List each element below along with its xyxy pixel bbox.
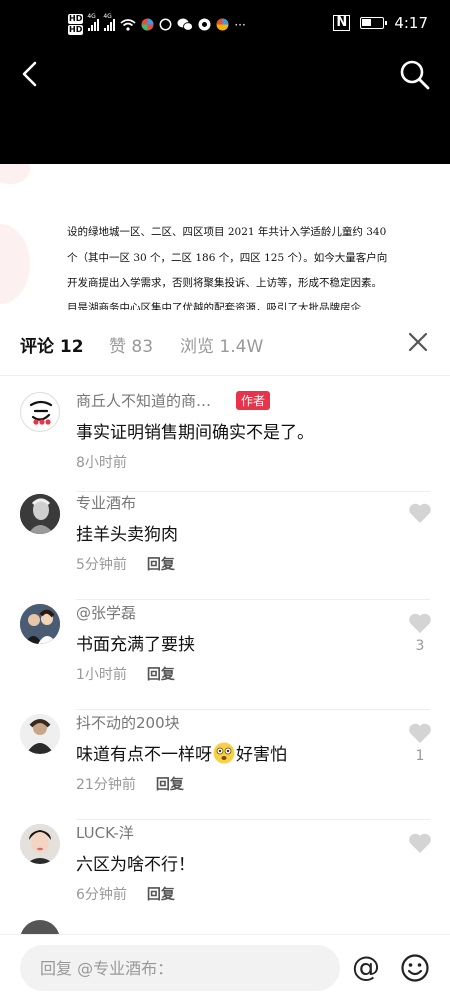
avatar[interactable]	[20, 604, 60, 644]
comment-item: @张学磊 书面充满了要挟 1小时前 回复 3	[0, 602, 450, 710]
comment-panel: 评论 12 赞 83 浏览 1.4W 商丘人不知道的商… 作者 事实证明销售期间…	[0, 310, 450, 1000]
network-type: 4G	[87, 12, 96, 20]
hd-badge: HD	[68, 25, 84, 35]
heart-icon[interactable]	[408, 832, 432, 854]
comment-text: 味道有点不一样呀 好害怕	[76, 740, 287, 765]
reply-button[interactable]: 回复	[147, 557, 175, 573]
avatar-photo	[20, 714, 60, 754]
comment-username[interactable]: @张学磊	[76, 602, 136, 623]
close-icon[interactable]	[406, 330, 430, 354]
avatar[interactable]	[20, 824, 60, 864]
comment-meta: 6分钟前 回复	[76, 884, 175, 904]
comment-username[interactable]: 抖不动的200块	[76, 712, 180, 733]
comment-text: 事实证明销售期间确实不是了。	[76, 423, 314, 443]
author-badge: 作者	[236, 391, 271, 410]
heart-icon[interactable]	[408, 722, 432, 744]
signal-icon: 4G	[103, 13, 116, 31]
clock: 4:17	[394, 14, 428, 32]
avatar-photo	[20, 494, 60, 534]
battery-icon	[360, 17, 388, 29]
avatar[interactable]	[20, 392, 60, 432]
comment-meta: 5分钟前 回复	[76, 554, 175, 574]
comment-username[interactable]: 专业酒布	[76, 492, 136, 513]
tab-views[interactable]: 浏览 1.4W	[180, 332, 263, 357]
avatar-photo	[20, 824, 60, 864]
comment-username[interactable]: 商丘人不知道的商…	[76, 390, 211, 411]
comment-item: 专业酒布 挂羊头卖狗肉 5分钟前 回复	[0, 492, 450, 600]
battery-level	[362, 19, 372, 26]
avatar-logo	[29, 400, 53, 425]
document-image[interactable]: 设的绿地城一区、二区、四区项目 2021 年共计入学适龄儿童约 340 个（其中…	[0, 164, 450, 310]
comment-item: 商丘人不知道的商… 作者 事实证明销售期间确实不是了。 8小时前	[0, 390, 450, 492]
comment-meta: 8小时前	[76, 452, 127, 472]
document-line: 开发商提出入学需求，否则将聚集投诉、上访等，形成不稳定因素。	[67, 277, 382, 289]
comment-text-part: 好害怕	[236, 745, 287, 765]
status-right: N 4:17	[333, 14, 428, 32]
comment-time: 21分钟前	[76, 777, 136, 793]
reply-bar: @	[0, 934, 450, 1000]
comment-time: 1小时前	[76, 667, 127, 683]
mention-button[interactable]: @	[350, 951, 382, 983]
comment-time: 5分钟前	[76, 557, 127, 573]
status-left: HD HD 4G 4G ···	[68, 13, 246, 35]
comment-text: 六区为啥不行！	[76, 855, 195, 875]
search-icon[interactable]	[398, 58, 432, 92]
comment-meta: 21分钟前 回复	[76, 774, 184, 794]
app-notification-icon	[141, 18, 154, 31]
chevron-left-icon[interactable]	[14, 58, 46, 90]
avatar[interactable]	[20, 714, 60, 754]
like-count: 1	[415, 748, 425, 764]
comment-text-part: 味道有点不一样呀	[76, 745, 212, 765]
wifi-icon	[120, 18, 136, 31]
app-notification-icon	[216, 18, 229, 31]
comment-time: 6分钟前	[76, 887, 127, 903]
comment-time: 8小时前	[76, 455, 127, 471]
hd-badges: HD HD	[68, 14, 84, 35]
comment-item: 抖不动的200块 味道有点不一样呀 好害怕 21分钟前 回复 1	[0, 712, 450, 820]
tab-likes[interactable]: 赞 83	[109, 332, 153, 357]
comment-item: LUCK-洋 六区为啥不行！ 6分钟前 回复	[0, 822, 450, 918]
app-notification-icon	[198, 18, 211, 31]
heart-icon[interactable]	[408, 502, 432, 524]
avatar[interactable]	[20, 494, 60, 534]
status-bar: HD HD 4G 4G ··· N 4:17	[0, 0, 450, 48]
hd-badge: HD	[68, 14, 84, 24]
reply-button[interactable]: 回复	[156, 777, 184, 793]
document-line: 设的绿地城一区、二区、四区项目 2021 年共计入学适龄儿童约 340	[67, 226, 387, 238]
like-count: 3	[415, 638, 425, 654]
document-line: 个（其中一区 30 个，二区 186 个，四区 125 个）。如今大量客户向	[67, 252, 388, 264]
document-line: 目是湖商务中心区集中了优越的配套资源，吸引了大批品牌房企	[67, 302, 361, 310]
comment-text: 挂羊头卖狗肉	[76, 525, 178, 545]
comment-tabs: 评论 12 赞 83 浏览 1.4W	[0, 310, 450, 376]
comment-meta: 1小时前 回复	[76, 664, 175, 684]
comment-text: 书面充满了要挟	[76, 635, 195, 655]
signal-icon: 4G	[87, 13, 100, 31]
avatar-photo	[20, 604, 60, 644]
tab-comments[interactable]: 评论 12	[20, 332, 84, 357]
comment-username[interactable]: LUCK-洋	[76, 822, 134, 843]
emoji-icon[interactable]	[400, 953, 430, 983]
circle-app-icon	[159, 18, 172, 31]
reply-button[interactable]: 回复	[147, 667, 175, 683]
more-notifications: ···	[234, 17, 246, 32]
reply-button[interactable]: 回复	[147, 887, 175, 903]
reply-input[interactable]	[20, 945, 340, 991]
dizzy-face-emoji-icon	[213, 742, 235, 763]
nfc-icon: N	[333, 15, 351, 31]
network-type: 4G	[103, 12, 112, 20]
heart-icon[interactable]	[408, 612, 432, 634]
top-nav	[0, 48, 450, 164]
wechat-icon	[177, 18, 194, 31]
